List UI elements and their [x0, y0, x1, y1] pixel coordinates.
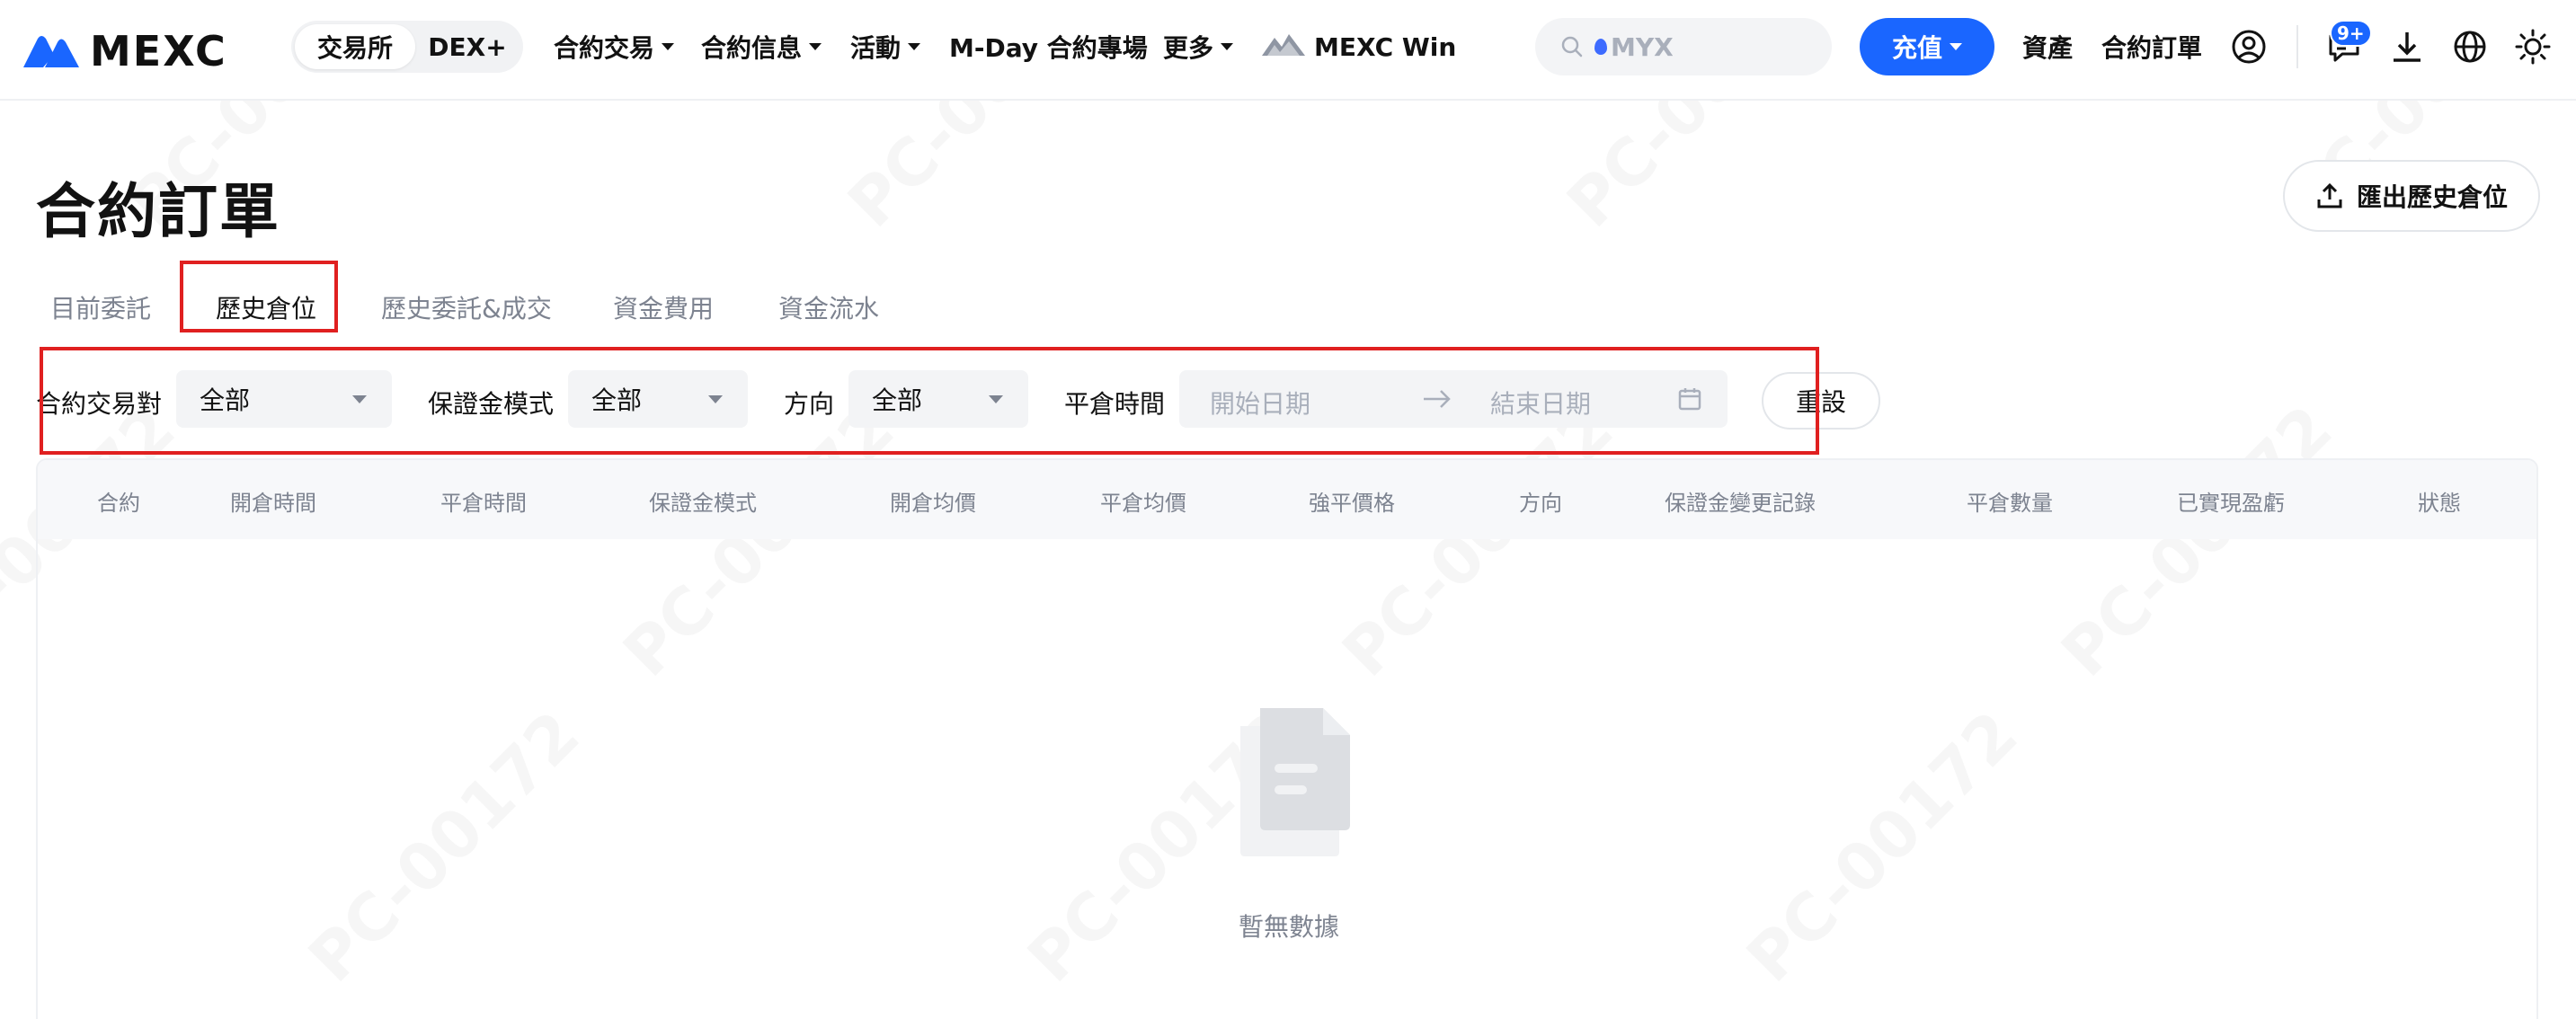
empty-document-icon	[1222, 699, 1357, 864]
date-range-picker[interactable]: 開始日期 結束日期	[1179, 370, 1728, 428]
caret-down-icon	[662, 43, 675, 50]
top-header: MEXC 交易所 DEX+ 合約交易 合約信息 活動 M-Day 合約專場 更多…	[0, 0, 2576, 101]
col-open-avg-price: 開倉均價	[890, 491, 976, 516]
search-placeholder-text: MYX	[1611, 31, 1674, 62]
nav-mday[interactable]: M-Day 合約專場	[949, 27, 1148, 66]
drop-icon	[1594, 39, 1607, 55]
download-icon[interactable]	[2387, 27, 2427, 66]
caret-down-icon	[908, 43, 921, 50]
mexc-logo[interactable]: MEXC	[23, 27, 227, 75]
futures-orders-link[interactable]: 合約訂單	[2101, 29, 2202, 65]
search-icon	[1561, 36, 1583, 58]
col-close-time: 平倉時間	[440, 491, 527, 516]
tab-order-history[interactable]: 歷史委託&成交	[381, 289, 552, 325]
nav-mexc-win[interactable]: MEXC Win	[1262, 27, 1456, 66]
end-date-input[interactable]: 結束日期	[1490, 385, 1591, 421]
exchange-tab[interactable]: 交易所	[295, 24, 415, 69]
margin-mode-select[interactable]: 全部	[568, 370, 748, 428]
deposit-label: 充值	[1891, 33, 1942, 63]
caret-down-icon	[352, 395, 367, 403]
dex-tab[interactable]: DEX+	[415, 24, 520, 69]
caret-down-icon	[708, 395, 723, 403]
mexc-logo-icon	[23, 36, 79, 67]
tab-position-history[interactable]: 歷史倉位	[216, 289, 316, 325]
direction-label: 方向	[784, 389, 835, 419]
calendar-icon	[1677, 386, 1702, 415]
nav-events[interactable]: 活動	[850, 27, 921, 66]
empty-state-text: 暫無數據	[1239, 912, 1340, 942]
col-direction: 方向	[1519, 491, 1562, 516]
user-icon[interactable]	[2229, 27, 2269, 66]
caret-down-icon	[989, 395, 1003, 403]
direction-select[interactable]: 全部	[848, 370, 1028, 428]
reset-button[interactable]: 重設	[1762, 372, 1880, 430]
col-liquidation-price: 強平價格	[1309, 491, 1395, 516]
tab-capital-flow[interactable]: 資金流水	[778, 289, 879, 325]
logo-text: MEXC	[90, 27, 227, 75]
nav-futures-info[interactable]: 合約信息	[701, 27, 822, 66]
assets-link[interactable]: 資產	[2022, 29, 2073, 65]
col-close-avg-price: 平倉均價	[1100, 491, 1186, 516]
col-margin-mode: 保證金模式	[649, 491, 757, 516]
positions-table: 合約 開倉時間 平倉時間 保證金模式 開倉均價 平倉均價 強平價格 方向 保證金…	[36, 458, 2538, 1019]
start-date-input[interactable]: 開始日期	[1210, 385, 1310, 421]
margin-mode-value: 全部	[591, 385, 643, 415]
page: PC-00172 PC-00172 PC-00172 PC-00172 PC-0…	[0, 0, 2576, 1019]
pair-value: 全部	[200, 385, 251, 415]
notification-badge: 9+	[2330, 20, 2372, 47]
nav-label: M-Day 合約專場	[949, 33, 1148, 63]
search-placeholder: MYX	[1594, 32, 1674, 62]
nav-more[interactable]: 更多	[1163, 27, 1234, 66]
mountain-icon	[1262, 31, 1305, 64]
header-divider	[2296, 25, 2298, 68]
col-status: 狀態	[2418, 491, 2461, 516]
nav-label: 合約交易	[554, 33, 655, 63]
deposit-button[interactable]: 充值	[1860, 18, 1994, 75]
col-contract: 合約	[97, 491, 140, 516]
tab-open-orders[interactable]: 目前委託	[50, 289, 151, 325]
caret-down-icon	[809, 43, 822, 50]
table-header: 合約 開倉時間 平倉時間 保證金模式 開倉均價 平倉均價 強平價格 方向 保證金…	[38, 460, 2536, 539]
nav-label: 更多	[1163, 33, 1214, 63]
pair-label: 合約交易對	[36, 389, 163, 419]
caret-down-icon	[1950, 43, 1962, 50]
platform-switch: 交易所 DEX+	[291, 21, 523, 73]
upload-icon	[2317, 182, 2342, 208]
theme-sun-icon[interactable]	[2513, 27, 2553, 66]
export-history-button[interactable]: 匯出歷史倉位	[2283, 160, 2540, 232]
direction-value: 全部	[872, 385, 923, 415]
pair-select[interactable]: 全部	[176, 370, 392, 428]
search-input[interactable]: MYX	[1535, 18, 1832, 75]
nav-futures-trading[interactable]: 合約交易	[554, 27, 675, 66]
globe-icon[interactable]	[2450, 27, 2490, 66]
col-realized-pnl: 已實現盈虧	[2177, 491, 2285, 516]
close-time-label: 平倉時間	[1064, 389, 1166, 419]
col-open-time: 開倉時間	[230, 491, 316, 516]
export-label: 匯出歷史倉位	[2356, 182, 2508, 212]
page-title: 合約訂單	[36, 177, 280, 246]
nav-label: MEXC Win	[1314, 31, 1457, 62]
arrow-right-icon	[1422, 386, 1452, 415]
margin-mode-label: 保證金模式	[428, 389, 555, 419]
nav-label: 活動	[850, 33, 902, 63]
col-margin-history: 保證金變更記錄	[1665, 491, 1816, 516]
tab-funding-fees[interactable]: 資金費用	[613, 289, 714, 325]
caret-down-icon	[1221, 43, 1234, 50]
col-close-quantity: 平倉數量	[1967, 491, 2053, 516]
nav-label: 合約信息	[701, 33, 803, 63]
